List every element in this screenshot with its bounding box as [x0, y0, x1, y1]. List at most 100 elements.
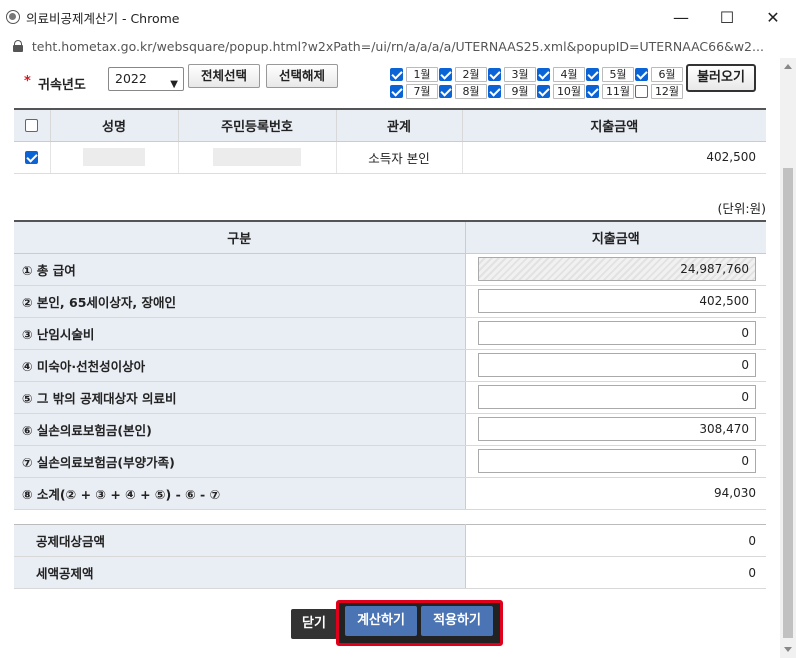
month-checkbox[interactable] [439, 85, 452, 98]
select-all-checkbox[interactable] [25, 118, 39, 132]
title-bar: 의료비공제계산기 - Chrome — ☐ ✕ [0, 0, 796, 34]
calculate-button[interactable]: 계산하기 [345, 606, 417, 636]
self-senior-disabled-label: ② 본인, 65세이상자, 장애인 [14, 285, 466, 318]
month-item-9[interactable]: 9월 [488, 83, 536, 99]
scrollbar-thumb[interactable] [783, 168, 793, 638]
month-checkbox[interactable] [537, 68, 550, 81]
month-label: 1월 [406, 67, 438, 82]
insurance-self-input[interactable]: 308,470 [478, 417, 756, 441]
apply-button[interactable]: 적용하기 [421, 606, 493, 636]
close-button[interactable]: 닫기 [291, 609, 337, 639]
infertility-input[interactable]: 0 [478, 321, 756, 345]
unit-label: (단위:원) [717, 201, 766, 216]
month-item-12[interactable]: 12월 [635, 83, 683, 99]
month-label: 7월 [406, 84, 438, 99]
premature-input[interactable]: 0 [478, 353, 756, 377]
table-row: 세액공제액 0 [14, 556, 766, 589]
infertility-cell: 0 [465, 317, 766, 350]
tax-credit-value: 0 [465, 556, 766, 589]
month-label: 5월 [602, 67, 634, 82]
relation-cell: 소득자 본인 [336, 141, 463, 174]
calc-table-header: 구분 지출금액 [14, 220, 766, 254]
month-label: 4월 [553, 67, 585, 82]
people-table-header: 성명 주민등록번호 관계 지출금액 [14, 108, 766, 142]
premature-cell: 0 [465, 349, 766, 382]
month-label: 10월 [553, 84, 585, 99]
insurance-dependents-input[interactable]: 0 [478, 449, 756, 473]
month-checkbox[interactable] [635, 85, 648, 98]
masked-name [83, 148, 145, 166]
month-checkbox[interactable] [390, 68, 403, 81]
month-checkbox[interactable] [635, 68, 648, 81]
calc-table: 구분 지출금액 ① 총 급여 24,987,760 ② 본인, 65세이상자, … [14, 220, 766, 510]
table-row: ① 총 급여 24,987,760 [14, 253, 766, 286]
month-checkbox[interactable] [488, 85, 501, 98]
month-item-10[interactable]: 10월 [537, 83, 585, 99]
close-window-button[interactable]: ✕ [750, 0, 796, 34]
year-label: 귀속년도 [38, 78, 86, 93]
month-item-2[interactable]: 2월 [439, 66, 487, 82]
col-relation: 관계 [336, 108, 463, 142]
month-item-8[interactable]: 8월 [439, 83, 487, 99]
month-label: 3월 [504, 67, 536, 82]
vertical-scrollbar[interactable] [780, 58, 796, 658]
month-item-7[interactable]: 7월 [390, 83, 438, 99]
window-title: 의료비공제계산기 - Chrome [26, 10, 180, 26]
col-name: 성명 [50, 108, 179, 142]
insurance-self-label: ⑥ 실손의료보험금(본인) [14, 413, 466, 446]
name-cell [50, 141, 179, 174]
scroll-up-icon[interactable] [784, 64, 792, 69]
scroll-down-icon[interactable] [784, 647, 792, 652]
select-all-button[interactable]: 전체선택 [188, 64, 260, 88]
other-dependents-input[interactable]: 0 [478, 385, 756, 409]
month-checkbox[interactable] [586, 68, 599, 81]
table-row[interactable]: 소득자 본인 402,500 [14, 141, 766, 174]
table-row: ⑦ 실손의료보험금(부양가족) 0 [14, 445, 766, 478]
col-category: 구분 [14, 220, 466, 254]
month-checkbox[interactable] [439, 68, 452, 81]
masked-rrn [213, 148, 301, 166]
month-checkbox[interactable] [537, 85, 550, 98]
maximize-button[interactable]: ☐ [704, 0, 750, 34]
total-salary-label: ① 총 급여 [14, 253, 466, 286]
month-item-4[interactable]: 4월 [537, 66, 585, 82]
url-text[interactable]: teht.hometax.go.kr/websquare/popup.html?… [32, 39, 796, 54]
month-item-5[interactable]: 5월 [586, 66, 634, 82]
month-label: 8월 [455, 84, 487, 99]
month-label: 9월 [504, 84, 536, 99]
self-senior-disabled-input[interactable]: 402,500 [478, 289, 756, 313]
month-item-3[interactable]: 3월 [488, 66, 536, 82]
insurance-dependents-cell: 0 [465, 445, 766, 478]
year-select[interactable]: 2022 ▼ [108, 67, 184, 91]
col-expense: 지출금액 [465, 220, 766, 254]
table-row: ⑥ 실손의료보험금(본인) 308,470 [14, 413, 766, 446]
other-dependents-label: ⑤ 그 밖의 공제대상자 의료비 [14, 381, 466, 414]
minimize-button[interactable]: — [658, 0, 704, 34]
table-row: ② 본인, 65세이상자, 장애인 402,500 [14, 285, 766, 318]
insurance-dependents-label: ⑦ 실손의료보험금(부양가족) [14, 445, 466, 478]
month-label: 2월 [455, 67, 487, 82]
people-table: 성명 주민등록번호 관계 지출금액 소득자 본인 402,500 [14, 108, 766, 174]
month-checkboxes: 1월 2월 3월 4월 5월 6월 7월 8월 9월 10월 11월 12월 [390, 66, 684, 100]
total-salary-input: 24,987,760 [478, 257, 756, 281]
table-row: 공제대상금액 0 [14, 524, 766, 557]
month-label: 12월 [651, 84, 683, 99]
row-checkbox-cell [14, 141, 51, 174]
window-controls: — ☐ ✕ [658, 0, 796, 34]
row-checkbox[interactable] [25, 151, 39, 164]
month-item-6[interactable]: 6월 [635, 66, 683, 82]
summary-table: 공제대상금액 0 세액공제액 0 [14, 524, 766, 589]
month-checkbox[interactable] [390, 85, 403, 98]
col-amount: 지출금액 [462, 108, 766, 142]
deselect-all-button[interactable]: 선택해제 [266, 64, 338, 88]
month-checkbox[interactable] [488, 68, 501, 81]
month-item-1[interactable]: 1월 [390, 66, 438, 82]
month-checkbox[interactable] [586, 85, 599, 98]
year-select-value: 2022 [115, 71, 147, 86]
deductible-amount-value: 0 [465, 524, 766, 557]
address-bar[interactable]: teht.hometax.go.kr/websquare/popup.html?… [0, 34, 796, 58]
load-button[interactable]: 불러오기 [686, 64, 756, 92]
month-item-11[interactable]: 11월 [586, 83, 634, 99]
tax-credit-label: 세액공제액 [14, 556, 466, 589]
subtotal-value: 94,030 [465, 477, 766, 510]
